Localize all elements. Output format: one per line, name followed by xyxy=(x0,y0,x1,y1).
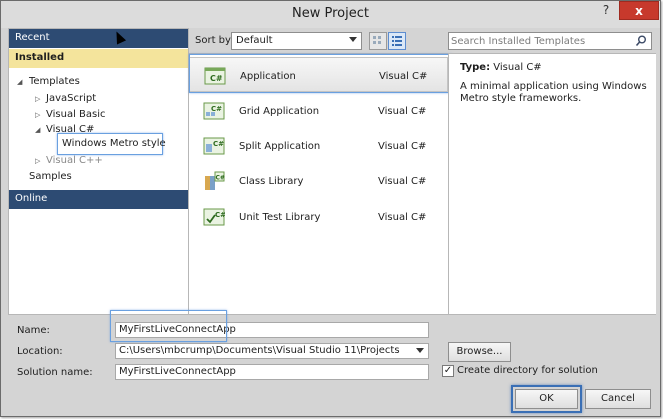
csharp-app-icon: C# xyxy=(204,67,226,85)
tree-item-visual-basic[interactable]: Visual Basic xyxy=(46,109,106,120)
template-name: Unit Test Library xyxy=(239,212,321,223)
tree-item-label: Windows Metro style xyxy=(62,138,166,149)
location-value: C:\Users\mbcrump\Documents\Visual Studio… xyxy=(119,345,400,356)
sort-by-dropdown[interactable]: Default xyxy=(231,32,362,50)
solution-name-field[interactable]: MyFirstLiveConnectApp xyxy=(115,364,429,380)
template-row-class-library[interactable]: C# Class Library Visual C# xyxy=(189,163,448,198)
title-bar: New Project ? x xyxy=(1,1,660,28)
tree-item-windows-metro-style[interactable]: Windows Metro style xyxy=(57,133,166,155)
template-language: Visual C# xyxy=(379,71,428,82)
template-row-split-application[interactable]: C# Split Application Visual C# xyxy=(189,128,448,163)
help-button[interactable]: ? xyxy=(593,1,619,20)
sort-by-value: Default xyxy=(236,35,273,46)
svg-text:C#: C# xyxy=(211,105,222,113)
template-language: Visual C# xyxy=(378,212,427,223)
template-row-unit-test-library[interactable]: C# Unit Test Library Visual C# xyxy=(189,199,448,234)
type-value: Visual C# xyxy=(493,62,542,73)
name-label: Name: xyxy=(17,325,50,336)
solution-name-label: Solution name: xyxy=(17,367,93,378)
template-language: Visual C# xyxy=(378,106,427,117)
small-icons-view-button[interactable] xyxy=(369,32,387,50)
create-directory-checkbox[interactable]: ✓ xyxy=(442,365,454,377)
svg-text:C#: C# xyxy=(213,140,224,148)
grid-view-icon xyxy=(373,36,381,44)
csharp-class-library-icon: C# xyxy=(205,171,225,190)
template-details-pane: Type: Visual C# A minimal application us… xyxy=(448,53,656,315)
cancel-button[interactable]: Cancel xyxy=(585,389,651,409)
location-label: Location: xyxy=(17,346,63,357)
search-box[interactable] xyxy=(448,32,652,50)
location-dropdown[interactable]: C:\Users\mbcrump\Documents\Visual Studio… xyxy=(115,343,429,359)
template-language: Visual C# xyxy=(378,176,427,187)
template-name: Split Application xyxy=(239,141,321,152)
browse-button[interactable]: Browse... xyxy=(448,342,511,362)
svg-text:C#: C# xyxy=(216,175,225,182)
online-section[interactable]: Online xyxy=(9,190,188,209)
ok-button-highlight xyxy=(511,385,582,413)
close-button[interactable]: x xyxy=(619,1,659,20)
close-icon: x xyxy=(635,4,643,18)
tree-item-javascript[interactable]: JavaScript xyxy=(46,93,96,104)
collapsed-arrow-icon[interactable]: ▷ xyxy=(35,95,40,103)
template-name: Grid Application xyxy=(239,106,320,117)
new-project-dialog: New Project ? x Recent Installed ◢ Templ… xyxy=(0,0,661,417)
collapsed-arrow-icon[interactable]: ▷ xyxy=(35,111,40,119)
template-row-application[interactable]: C# Application Visual C# xyxy=(189,57,448,92)
expanded-arrow-icon[interactable]: ◢ xyxy=(17,78,22,86)
collapsed-arrow-icon[interactable]: ▷ xyxy=(35,157,40,165)
template-language: Visual C# xyxy=(378,141,427,152)
template-name: Class Library xyxy=(239,176,304,187)
template-name: Application xyxy=(240,71,296,82)
chevron-down-icon xyxy=(416,348,424,353)
svg-text:C#: C# xyxy=(215,211,225,219)
template-row-grid-application[interactable]: C# Grid Application Visual C# xyxy=(189,93,448,128)
csharp-grid-app-icon: C# xyxy=(203,102,225,120)
template-description: A minimal application using Windows Metr… xyxy=(460,81,647,104)
check-mark-icon: ✓ xyxy=(443,365,453,376)
csharp-split-app-icon: C# xyxy=(203,137,225,155)
installed-section[interactable]: Installed xyxy=(9,49,188,68)
tree-item-templates[interactable]: Templates xyxy=(29,76,80,87)
tree-item-visual-cpp[interactable]: Visual C++ xyxy=(46,155,103,166)
medium-icons-view-button[interactable] xyxy=(388,32,406,50)
create-directory-label: Create directory for solution xyxy=(457,365,598,376)
expanded-arrow-icon[interactable]: ◢ xyxy=(35,126,40,134)
name-field-highlight xyxy=(110,310,227,342)
template-category-pane: Recent Installed ◢ Templates ▷ JavaScrip… xyxy=(8,28,189,315)
template-type: Type: Visual C# xyxy=(460,62,542,73)
template-list: C# Application Visual C# C# Grid Applica… xyxy=(189,53,448,315)
sort-by-label: Sort by: xyxy=(195,35,234,46)
svg-text:C#: C# xyxy=(210,74,223,83)
search-input[interactable] xyxy=(451,34,631,48)
list-view-icon xyxy=(392,36,402,46)
csharp-unit-test-icon: C# xyxy=(203,208,225,226)
type-label: Type: xyxy=(460,62,491,73)
search-icon[interactable] xyxy=(635,35,647,47)
recent-section[interactable]: Recent xyxy=(9,29,188,48)
tree-item-samples[interactable]: Samples xyxy=(29,171,72,182)
chevron-down-icon xyxy=(349,37,357,42)
dialog-title: New Project xyxy=(292,6,369,21)
